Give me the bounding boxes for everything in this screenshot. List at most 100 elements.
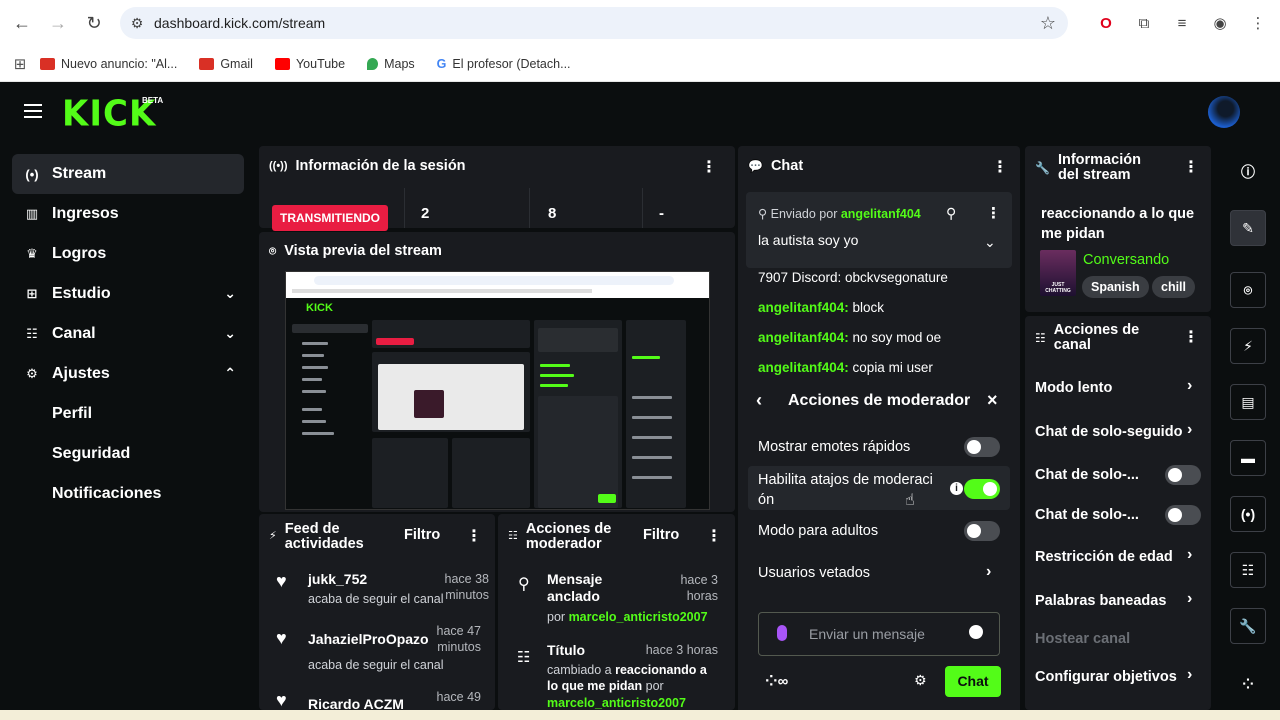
- reload-icon[interactable]: ↻: [76, 5, 112, 41]
- avatar[interactable]: [1208, 96, 1240, 128]
- sidebar-item-notificaciones[interactable]: Notificaciones: [12, 474, 244, 514]
- microphone-icon[interactable]: [777, 625, 787, 641]
- sidebar-item-ajustes[interactable]: ⚙ Ajustes ⌃: [12, 354, 244, 394]
- sidebar-item-canal[interactable]: ☷ Canal ⌄: [12, 314, 244, 354]
- close-icon[interactable]: ×: [987, 390, 998, 411]
- mod-user-link[interactable]: marcelo_anticristo2007: [547, 696, 686, 710]
- tag-spanish[interactable]: Spanish: [1082, 276, 1149, 298]
- chat-user[interactable]: angelitanf404:: [758, 360, 849, 375]
- filter-button[interactable]: Filtro: [404, 527, 440, 543]
- bookmark-item[interactable]: YouTube: [274, 56, 346, 71]
- more-options-icon[interactable]: ⋮: [706, 526, 722, 546]
- info-icon[interactable]: ⓘ: [1230, 154, 1266, 190]
- more-options-icon[interactable]: ⋮: [466, 526, 482, 546]
- chevron-down-icon[interactable]: ⌄: [984, 234, 996, 251]
- more-options-icon[interactable]: ⋮: [1183, 157, 1199, 177]
- address-bar[interactable]: ⚙ dashboard.kick.com/stream ☆: [120, 7, 1068, 39]
- channel-icon[interactable]: ☷: [1230, 552, 1266, 588]
- more-menu-icon[interactable]: ⋮: [1244, 8, 1272, 38]
- bookmark-star-icon[interactable]: ☆: [1040, 13, 1056, 34]
- chat-user[interactable]: angelitanf404:: [758, 330, 849, 345]
- more-options-icon[interactable]: ⋮: [986, 204, 1001, 222]
- channel-action-followers-only[interactable]: Chat de solo-seguido: [1035, 424, 1182, 440]
- sidebar-item-seguridad[interactable]: Seguridad: [12, 434, 244, 474]
- channel-action-age-restriction[interactable]: Restricción de edad: [1035, 549, 1173, 565]
- sidebar-item-estudio[interactable]: ⊞ Estudio ⌄: [12, 274, 244, 314]
- document-icon[interactable]: ▤: [1230, 384, 1266, 420]
- sidebar-item-label: Estudio: [52, 285, 111, 302]
- chevron-right-icon[interactable]: ›: [1187, 377, 1192, 395]
- feed-user[interactable]: Ricardo ACZM: [308, 696, 404, 710]
- edit-pencil-icon[interactable]: ✎: [1230, 210, 1266, 246]
- preview-line: [302, 390, 326, 393]
- info-icon[interactable]: i: [950, 482, 963, 495]
- more-options-icon[interactable]: ⋮: [992, 157, 1008, 177]
- unpin-icon[interactable]: ⚲: [946, 205, 956, 222]
- extensions-icon[interactable]: ⧉: [1130, 8, 1158, 38]
- hamburger-menu-icon[interactable]: [24, 104, 42, 122]
- chat-input[interactable]: Enviar un mensaje: [758, 612, 1000, 656]
- sidebar-item-logros[interactable]: ♛ Logros: [12, 234, 244, 274]
- pinned-user[interactable]: angelitanf404: [841, 207, 921, 221]
- adult-mode-toggle[interactable]: [964, 521, 1000, 541]
- back-arrow-icon[interactable]: ←: [4, 5, 40, 41]
- kick-dots-icon[interactable]: ⁘: [1230, 666, 1266, 702]
- kick-chat-icon[interactable]: ⁘∞: [765, 672, 788, 690]
- more-options-icon[interactable]: ⋮: [701, 157, 717, 177]
- bookmark-item[interactable]: Gmail: [199, 57, 253, 71]
- channel-action-slow-mode[interactable]: Modo lento: [1035, 380, 1112, 396]
- preview-block: [598, 494, 616, 503]
- session-info-panel: ((•)) Información de la sesión ⋮ TRANSMIT…: [259, 146, 735, 231]
- tag-chill[interactable]: chill: [1152, 276, 1196, 298]
- mod-shortcuts-toggle[interactable]: [964, 479, 1000, 499]
- opera-icon[interactable]: O: [1092, 8, 1120, 38]
- filter-button[interactable]: Filtro: [643, 527, 679, 543]
- preview-block: [414, 390, 444, 418]
- category-thumbnail[interactable]: JUST CHATTING: [1040, 250, 1076, 296]
- profile-icon[interactable]: ◉: [1206, 8, 1234, 38]
- emotes-only-toggle[interactable]: [1165, 505, 1201, 525]
- sidebar-item-perfil[interactable]: Perfil: [12, 394, 244, 434]
- more-options-icon[interactable]: ⋮: [1183, 327, 1199, 347]
- chevron-right-icon[interactable]: ›: [986, 563, 991, 581]
- by-text: por: [547, 610, 566, 624]
- bookmarks-bar: ⊞ Nuevo anuncio: "Al... Gmail YouTube Ma…: [0, 46, 1280, 82]
- bookmark-item[interactable]: Nuevo anuncio: "Al...: [40, 57, 177, 71]
- emotes-toggle[interactable]: [964, 437, 1000, 457]
- send-chat-button[interactable]: Chat: [945, 666, 1001, 697]
- channel-action-goals[interactable]: Configurar objetivos: [1035, 669, 1177, 685]
- chat-user[interactable]: angelitanf404:: [758, 300, 849, 315]
- channel-action-banned-words[interactable]: Palabras baneadas: [1035, 593, 1166, 609]
- site-settings-icon[interactable]: ⚙: [120, 15, 154, 32]
- gear-icon[interactable]: ⚙: [914, 672, 927, 689]
- chevron-right-icon[interactable]: ›: [1187, 590, 1192, 608]
- bookmark-item[interactable]: G El profesor (Detach...: [437, 57, 571, 71]
- apps-grid-icon[interactable]: ⊞: [0, 55, 40, 73]
- chevron-right-icon[interactable]: ›: [1187, 421, 1192, 439]
- category-link[interactable]: Conversando: [1083, 252, 1169, 268]
- bookmark-label: YouTube: [295, 56, 346, 71]
- subs-only-toggle[interactable]: [1165, 465, 1201, 485]
- feed-user[interactable]: jukk_752: [308, 571, 367, 587]
- sidebar-item-stream[interactable]: (•) Stream: [12, 154, 244, 194]
- chat-bubble-icon[interactable]: ▬: [1230, 440, 1266, 476]
- media-icon[interactable]: ≡: [1168, 8, 1196, 38]
- forward-arrow-icon[interactable]: →: [40, 5, 76, 41]
- feed-user[interactable]: JahazielProOpazo: [308, 631, 429, 647]
- chevron-right-icon[interactable]: ›: [1187, 546, 1192, 564]
- bookmark-item[interactable]: Maps: [367, 57, 415, 71]
- stream-preview-video[interactable]: KICK: [285, 271, 710, 510]
- camera-icon[interactable]: ⌾: [1230, 272, 1266, 308]
- broadcast-icon: (•): [25, 166, 39, 182]
- emoji-icon[interactable]: [969, 625, 983, 639]
- pinned-message[interactable]: ⚲ Enviado por angelitanf404 ⚲ ⋮ la autis…: [746, 192, 1012, 268]
- back-arrow-icon[interactable]: ‹: [756, 390, 762, 411]
- wrench-icon[interactable]: 🔧: [1230, 608, 1266, 644]
- broadcast-icon[interactable]: (•): [1230, 496, 1266, 532]
- lightning-icon[interactable]: ⚡: [1230, 328, 1266, 364]
- chevron-right-icon[interactable]: ›: [1187, 666, 1192, 684]
- mod-row-label[interactable]: Usuarios vetados: [758, 565, 870, 581]
- sidebar-item-ingresos[interactable]: ▥ Ingresos: [12, 194, 244, 234]
- mod-user-link[interactable]: marcelo_anticristo2007: [569, 610, 708, 624]
- chat-message: angelitanf404: no soy mod oe: [758, 330, 941, 345]
